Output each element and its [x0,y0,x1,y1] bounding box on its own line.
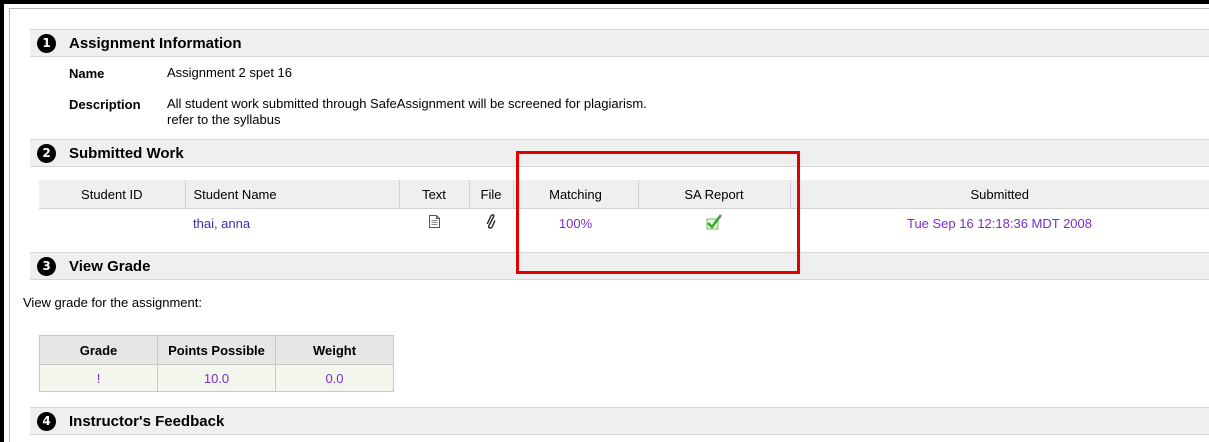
table-row: thai, anna 100% Tue Sep 16 12:18:36 MDT … [39,209,1209,238]
step-number-4: 4 [37,411,56,431]
paperclip-icon[interactable] [486,214,496,232]
cell-student-name: thai, anna [185,209,399,238]
grade-value[interactable]: ! [97,371,101,386]
frame-top-border [0,0,1209,4]
section-instructor-feedback: 4 Instructor's Feedback [30,407,1209,435]
step-number-3: 3 [37,256,56,276]
matching-percent-link[interactable]: 100% [559,216,592,231]
cell-grade: ! [39,364,158,392]
description-line-1: All student work submitted through SafeA… [167,96,647,111]
grade-intro-text: View grade for the assignment: [23,295,202,310]
section-title: View Grade [69,257,151,275]
header-weight: Weight [275,335,394,365]
document-icon[interactable] [428,215,440,231]
description-label: Description [69,97,141,112]
checkmark-icon[interactable] [705,213,723,233]
step-number-2: 2 [37,143,56,163]
cell-file [469,209,513,238]
weight-value: 0.0 [325,370,344,386]
description-value: All student work submitted through SafeA… [167,96,647,128]
section-submitted-work: 2 Submitted Work [30,139,1209,167]
header-text: Text [398,180,469,209]
header-grade: Grade [39,335,158,365]
cell-matching: 100% [513,209,638,238]
section-title: Assignment Information [69,34,242,52]
grade-header-row: Grade Points Possible Weight [39,335,394,365]
frame-inner-top-line [9,8,1209,9]
cell-points-possible: 10.0 [157,364,276,392]
submitted-work-table: Student ID Student Name Text File Matchi… [39,180,1209,237]
cell-weight: 0.0 [275,364,394,392]
name-label: Name [69,66,105,81]
name-value: Assignment 2 spet 16 [167,65,293,80]
cell-text [399,209,469,238]
section-title: Submitted Work [69,144,184,162]
grade-table: Grade Points Possible Weight ! 10.0 0.0 [39,335,394,392]
section-view-grade: 3 View Grade [30,252,1209,280]
cell-sa-report [638,209,790,238]
student-name-link[interactable]: thai, anna [193,216,250,231]
table-header-row: Student ID Student Name Text File Matchi… [39,180,1209,209]
grade-row: ! 10.0 0.0 [39,364,394,392]
points-possible-value: 10.0 [203,370,230,386]
header-points-possible: Points Possible [157,335,276,365]
frame-left-border [0,0,4,442]
cell-submitted: Tue Sep 16 12:18:36 MDT 2008 [790,209,1209,238]
step-number-1: 1 [37,33,56,53]
header-student-name: Student Name [184,180,399,209]
description-line-2: refer to the syllabus [167,112,281,127]
section-assignment-information: 1 Assignment Information [30,29,1209,57]
header-submitted: Submitted [789,180,1209,209]
frame-inner-left-line [9,8,10,442]
header-file: File [468,180,513,209]
header-student-id: Student ID [39,180,185,209]
section-title: Instructor's Feedback [69,412,225,430]
header-matching: Matching [512,180,638,209]
header-sa-report: SA Report [637,180,790,209]
cell-student-id [39,209,185,238]
submitted-date-link[interactable]: Tue Sep 16 12:18:36 MDT 2008 [907,216,1092,231]
